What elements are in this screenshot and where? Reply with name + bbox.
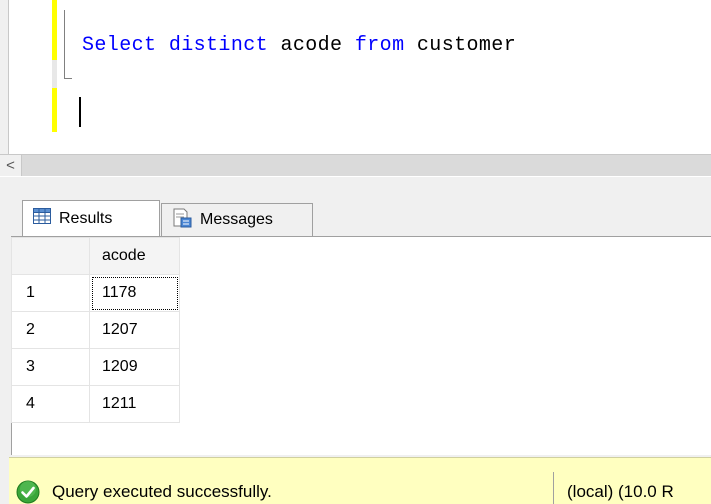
sql-keyword-from: from	[354, 34, 405, 57]
tab-results[interactable]: Results	[22, 200, 160, 236]
row-number[interactable]: 2	[11, 311, 90, 349]
change-marker-saved	[52, 60, 57, 88]
sql-code-line[interactable]: Select distinct acode from customer	[82, 34, 516, 57]
table-row: 1 1178	[11, 274, 180, 312]
text-caret	[79, 97, 81, 127]
query-editor[interactable]: Select distinct acode from customer	[0, 0, 711, 154]
grid-cell[interactable]: 1178	[89, 274, 180, 312]
status-divider	[553, 472, 554, 504]
messages-icon	[172, 208, 192, 233]
row-number[interactable]: 1	[11, 274, 90, 312]
grid-cell[interactable]: 1211	[89, 385, 180, 423]
tab-messages-label: Messages	[200, 211, 273, 228]
scroll-left-button[interactable]: <	[0, 155, 22, 176]
outline-bracket	[64, 10, 65, 78]
scrollbar-track[interactable]	[22, 155, 711, 176]
status-server: (local) (10.0 R	[567, 482, 674, 501]
status-bar: Query executed successfully. (local) (10…	[0, 457, 711, 504]
status-message: Query executed successfully.	[52, 482, 272, 501]
status-left-edge	[0, 457, 9, 504]
grid-cell[interactable]: 1207	[89, 311, 180, 349]
grid-icon	[33, 208, 51, 229]
grid-corner-cell[interactable]	[11, 237, 90, 275]
sql-keyword-select: Select	[82, 34, 157, 57]
sql-identifier-table: customer	[416, 34, 517, 57]
table-row: 3 1209	[11, 348, 180, 386]
results-grid: acode 1 1178 2 1207 3 1209 4 1211	[11, 237, 180, 423]
change-marker	[52, 0, 57, 60]
tab-results-label: Results	[59, 209, 113, 227]
check-circle-icon	[16, 480, 40, 504]
outline-bracket-end	[64, 78, 72, 79]
column-header-acode[interactable]: acode	[89, 237, 180, 275]
sql-identifier-column: acode	[280, 34, 343, 57]
table-row: 2 1207	[11, 311, 180, 349]
table-row: 4 1211	[11, 385, 180, 423]
editor-horizontal-scrollbar[interactable]: <	[0, 154, 711, 176]
grid-cell[interactable]: 1209	[89, 348, 180, 386]
sql-keyword-distinct: distinct	[168, 34, 269, 57]
grid-header-row: acode	[11, 237, 180, 275]
tab-messages[interactable]: Messages	[161, 203, 313, 236]
row-number[interactable]: 3	[11, 348, 90, 386]
change-marker	[52, 88, 57, 132]
editor-left-border	[0, 0, 9, 154]
row-number[interactable]: 4	[11, 385, 90, 423]
